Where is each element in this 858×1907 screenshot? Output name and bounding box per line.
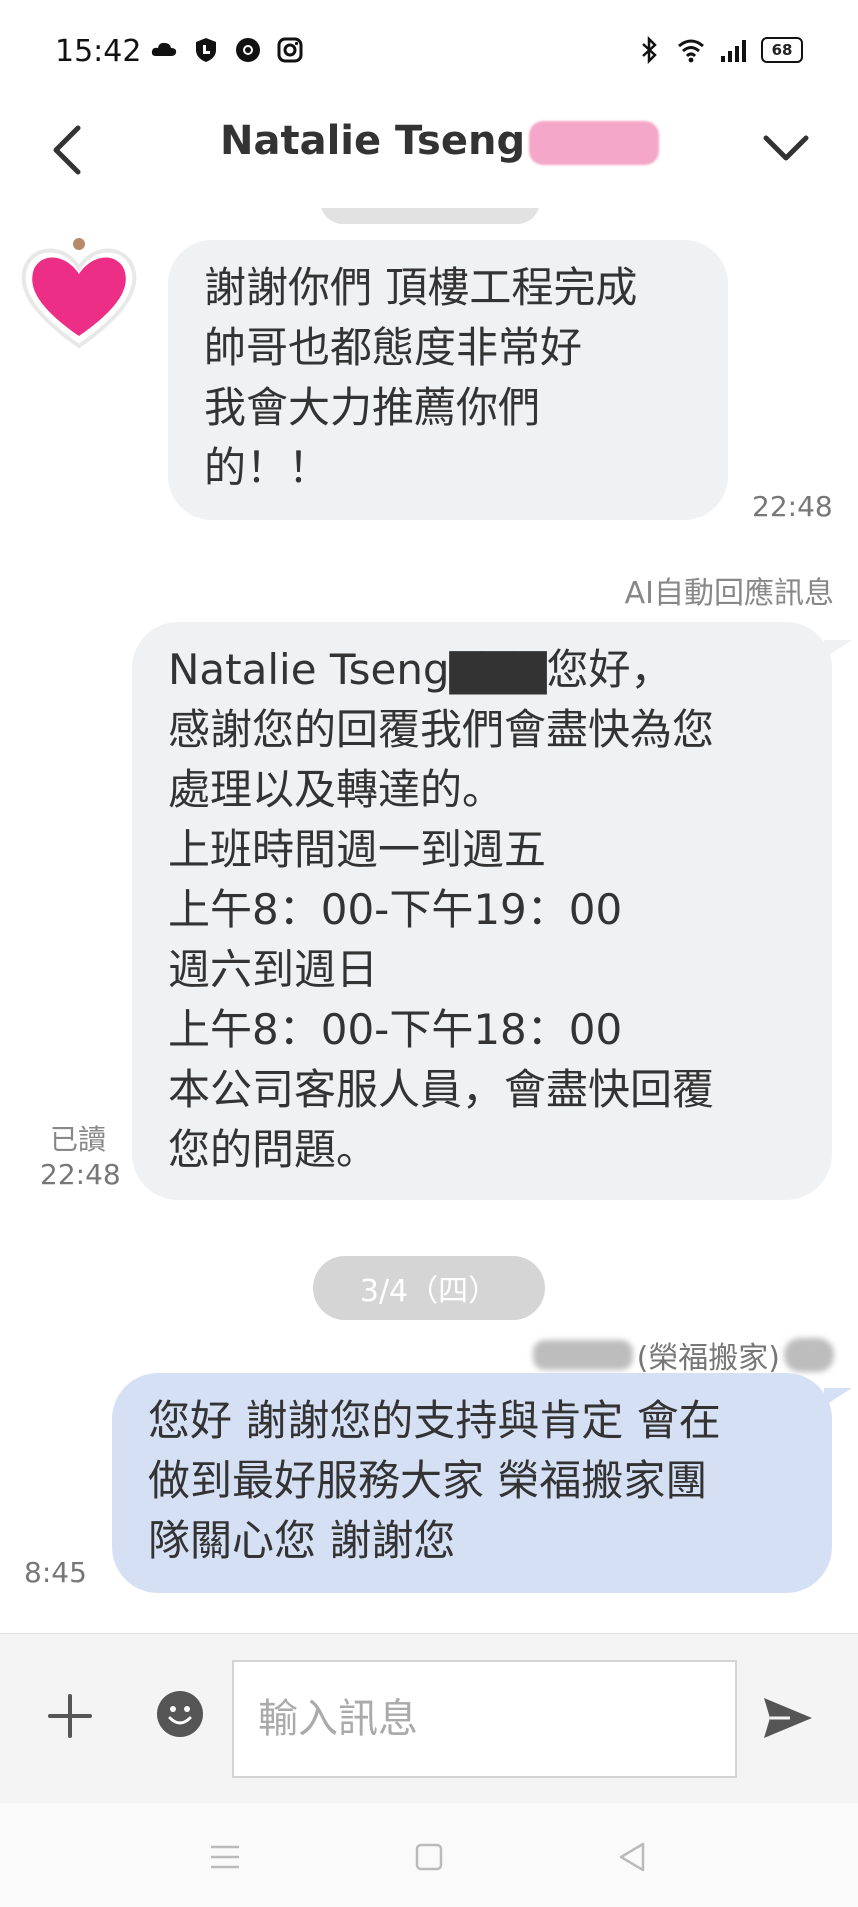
status-bar: 15:42 68 [0, 0, 858, 100]
read-label: 已讀 [49, 1123, 106, 1156]
system-nav-bar [0, 1803, 858, 1907]
chevron-down-icon[interactable] [762, 124, 810, 172]
nav-back-icon[interactable] [615, 1839, 651, 1875]
message-time: 22:48 [40, 1158, 121, 1191]
message-bubble-incoming[interactable]: 謝謝你們 頂樓工程完成 帥哥也都態度非常好 我會大力推薦你們 的！！ [168, 240, 728, 520]
chat-header: Natalie Tseng [0, 100, 858, 209]
sender-name: (榮福搬家) [532, 1333, 834, 1377]
redacted-text [784, 1338, 834, 1372]
instagram-icon [277, 37, 303, 63]
message-bubble-outgoing[interactable]: 您好 謝謝您的支持與肯定 會在 做到最好服務大家 榮福搬家團 隊關心您 謝謝您 [112, 1373, 832, 1593]
input-bar [0, 1633, 858, 1804]
plus-icon[interactable] [48, 1694, 92, 1738]
message-time: 8:45 [24, 1556, 87, 1589]
chat-title: Natalie Tseng [220, 118, 660, 165]
bubble-tail [824, 640, 852, 658]
back-icon[interactable] [48, 122, 88, 178]
send-icon[interactable] [762, 1694, 814, 1742]
heart-icon[interactable] [14, 236, 144, 356]
wifi-icon [678, 39, 704, 63]
read-status: 已讀 22:48 [40, 1118, 121, 1191]
chrome-icon [236, 38, 260, 62]
emoji-icon[interactable] [156, 1690, 204, 1738]
bubble-tail [824, 1388, 852, 1406]
battery-icon: 68 [761, 37, 803, 63]
nav-home-icon[interactable] [411, 1839, 447, 1875]
system-icons: 68 [635, 36, 803, 64]
status-time: 15:42 [55, 34, 142, 69]
chat-area[interactable]: 謝謝你們 頂樓工程完成 帥哥也都態度非常好 我會大力推薦你們 的！！ 22:48… [0, 208, 858, 1633]
cloud-icon [151, 42, 177, 56]
message-time: 22:48 [752, 490, 833, 523]
notification-icons [150, 36, 304, 64]
date-divider: 3/4（四） [313, 1256, 545, 1320]
date-pill-partial [320, 208, 540, 224]
redacted-name [529, 121, 660, 165]
message-input[interactable] [232, 1660, 737, 1778]
bluetooth-icon [642, 36, 657, 64]
shield-icon [196, 38, 216, 62]
sender-label: (榮福搬家) [636, 1341, 780, 1376]
ai-auto-reply-label: AI自動回應訊息 [624, 576, 834, 611]
nav-menu-icon[interactable] [207, 1839, 243, 1875]
signal-icon [721, 40, 746, 62]
message-bubble-auto-reply[interactable]: Natalie Tseng▇▇▇您好， 感謝您的回覆我們會盡快為您 處理以及轉達… [132, 622, 832, 1200]
redacted-text [532, 1340, 633, 1370]
chat-title-text: Natalie Tseng [220, 118, 526, 164]
